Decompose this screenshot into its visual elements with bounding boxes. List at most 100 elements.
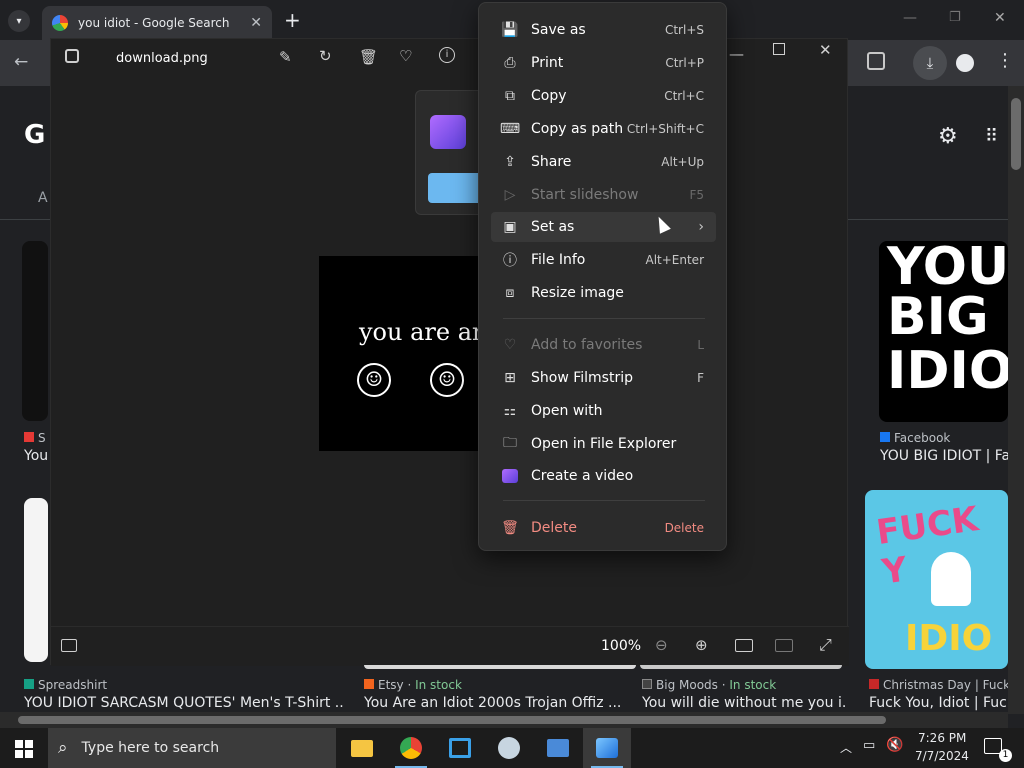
result-thumbnail[interactable] (22, 241, 48, 421)
result-source: Spreadshirt (24, 678, 107, 692)
promo-card (415, 90, 486, 215)
filmstrip-icon: ⊞ (504, 370, 516, 386)
volume-muted-icon[interactable]: 🔇 (886, 737, 903, 753)
rotate-icon[interactable]: ↻ (319, 47, 332, 65)
menu-item-print[interactable]: ⎙ Print Ctrl+P (491, 48, 716, 78)
close-tab-icon[interactable]: ✕ (250, 15, 262, 31)
actual-size-icon[interactable] (775, 639, 793, 652)
folder-icon: 🗀 (503, 435, 517, 451)
result-thumbnail[interactable] (364, 665, 636, 669)
edit-image-icon[interactable]: ✎ (279, 48, 292, 66)
tab-title: you idiot - Google Search (78, 16, 230, 30)
network-icon[interactable]: ▭ (863, 738, 875, 753)
minimize-window-icon[interactable]: — (903, 10, 917, 26)
file-info-icon[interactable]: i (439, 47, 455, 63)
taskbar-date[interactable]: 7/7/2024 (915, 749, 969, 763)
menu-item-open-with[interactable]: ⚏ Open with (491, 396, 716, 426)
vertical-scrollbar[interactable] (1008, 86, 1024, 714)
result-thumbnail[interactable]: YOU BIG IDIO (879, 241, 1008, 422)
menu-item-delete[interactable]: 🗑 Delete Delete (491, 513, 716, 543)
apps-grid-icon[interactable]: ⠿ (985, 126, 998, 147)
menu-separator (503, 318, 705, 319)
result-title[interactable]: You (24, 448, 50, 464)
nav-tab-letter[interactable]: A (38, 190, 48, 206)
viewer-close-icon[interactable]: ✕ (819, 41, 832, 59)
photos-app-icon (65, 49, 79, 63)
menu-item-file-info[interactable]: ⓘ File Info Alt+Enter (491, 245, 716, 275)
menu-item-show-filmstrip[interactable]: ⊞ Show Filmstrip F (491, 363, 716, 393)
menu-item-share[interactable]: ⇪ Share Alt+Up (491, 147, 716, 177)
slideshow-icon: ▷ (504, 187, 516, 203)
tab-search-button[interactable]: ▾ (8, 10, 30, 32)
result-title[interactable]: You Are an Idiot 2000s Trojan Offiz ... (364, 695, 624, 711)
taskbar-remote-desktop[interactable] (436, 728, 484, 768)
result-thumbnail[interactable] (24, 498, 48, 662)
print-icon: ⎙ (504, 55, 516, 71)
extensions-icon[interactable] (867, 52, 885, 70)
back-icon[interactable]: ← (14, 52, 28, 72)
taskbar-search-placeholder: Type here to search (81, 740, 220, 756)
chevron-right-icon: › (698, 219, 704, 235)
delete-icon[interactable]: 🗑 (359, 48, 378, 66)
close-window-icon[interactable]: ✕ (994, 10, 1006, 26)
viewer-maximize-icon[interactable] (773, 43, 785, 55)
viewer-minimize-icon[interactable]: — (729, 45, 744, 63)
zoom-in-icon[interactable]: ⊕ (695, 636, 708, 654)
favorite-heart-icon[interactable]: ♡ (399, 47, 412, 65)
menu-item-open-in-file-explorer[interactable]: 🗀 Open in File Explorer (491, 429, 716, 459)
set-as-icon: ▣ (503, 219, 517, 235)
fullscreen-icon[interactable]: ⤢ (819, 635, 832, 655)
chrome-menu-icon[interactable]: ⋮ (996, 50, 1014, 71)
browser-tab[interactable]: you idiot - Google Search ✕ (42, 6, 272, 40)
result-title[interactable]: Fuck You, Idiot | Fuck (869, 695, 1008, 711)
taskbar-search-box[interactable]: ⌕ Type here to search (48, 728, 336, 768)
folder-icon (351, 739, 373, 757)
thumb-text: BIG (887, 287, 989, 347)
heart-icon: ♡ (503, 337, 517, 353)
result-thumbnail[interactable] (640, 665, 842, 669)
zoom-out-icon[interactable]: ⊖ (655, 636, 668, 654)
menu-item-resize-image[interactable]: ⧈ Resize image (491, 278, 716, 308)
viewer-titlebar: download.png ✎ ↻ 🗑 ♡ i — ✕ (51, 39, 849, 79)
result-title[interactable]: YOU BIG IDIOT | Fac (880, 448, 1008, 464)
filmstrip-toggle-icon[interactable] (61, 639, 77, 652)
menu-item-create-a-video[interactable]: Create a video (491, 461, 716, 491)
profile-icon[interactable] (956, 54, 974, 72)
photos-viewer-window: download.png ✎ ↻ 🗑 ♡ i — ✕ you are an ☺ … (50, 38, 849, 666)
scroll-thumb[interactable] (1011, 98, 1021, 170)
taskbar-chrome[interactable] (387, 728, 435, 768)
taskbar-app-monitor[interactable] (534, 728, 582, 768)
result-title[interactable]: You will die without me you i... (642, 695, 847, 711)
settings-gear-icon[interactable]: ⚙ (938, 124, 958, 149)
show-hidden-icons-chevron-icon[interactable]: ︿ (840, 739, 852, 756)
zoom-level[interactable]: 100% (601, 638, 641, 654)
taskbar-file-explorer[interactable] (338, 728, 386, 768)
smiley-icon: ☺ (430, 363, 464, 397)
menu-item-save-as[interactable]: 💾 Save as Ctrl+S (491, 15, 716, 45)
windows-start-icon[interactable] (15, 740, 33, 758)
scroll-thumb[interactable] (18, 716, 886, 724)
result-source: Facebook (880, 431, 950, 445)
menu-item-copy-as-path[interactable]: ⌨ Copy as path Ctrl+Shift+C (491, 114, 716, 144)
taskbar-photos[interactable] (583, 728, 631, 768)
viewer-bottombar: 100% ⊖ ⊕ ⤢ (51, 626, 849, 666)
fit-to-window-icon[interactable] (735, 639, 753, 652)
image-text: you are an (359, 318, 488, 346)
taskbar-steam[interactable] (485, 728, 533, 768)
restore-window-icon[interactable]: ❐ (949, 10, 961, 25)
thumb-text: IDIO (887, 341, 1008, 401)
result-thumbnail[interactable]: FUCK Y IDIO (865, 490, 1008, 669)
result-source: Christmas Day | Fuck Y (869, 678, 1008, 692)
menu-separator (503, 500, 705, 501)
menu-item-set-as[interactable]: ▣ Set as › (491, 212, 716, 242)
new-tab-button[interactable]: + (284, 8, 301, 32)
downloads-icon[interactable]: ⤓ (913, 46, 947, 80)
menu-item-copy[interactable]: ⧉ Copy Ctrl+C (491, 81, 716, 111)
result-title[interactable]: YOU IDIOT SARCASM QUOTES' Men's T-Shirt … (24, 695, 344, 711)
taskbar-time[interactable]: 7:26 PM (918, 731, 966, 745)
search-icon: ⌕ (58, 738, 68, 758)
horizontal-scrollbar[interactable] (0, 712, 1008, 728)
google-logo[interactable]: G (24, 120, 45, 150)
windows-taskbar: ⌕ Type here to search ︿ ▭ 🔇 7:26 PM 7/7/… (0, 728, 1024, 768)
chrome-icon (400, 737, 422, 759)
